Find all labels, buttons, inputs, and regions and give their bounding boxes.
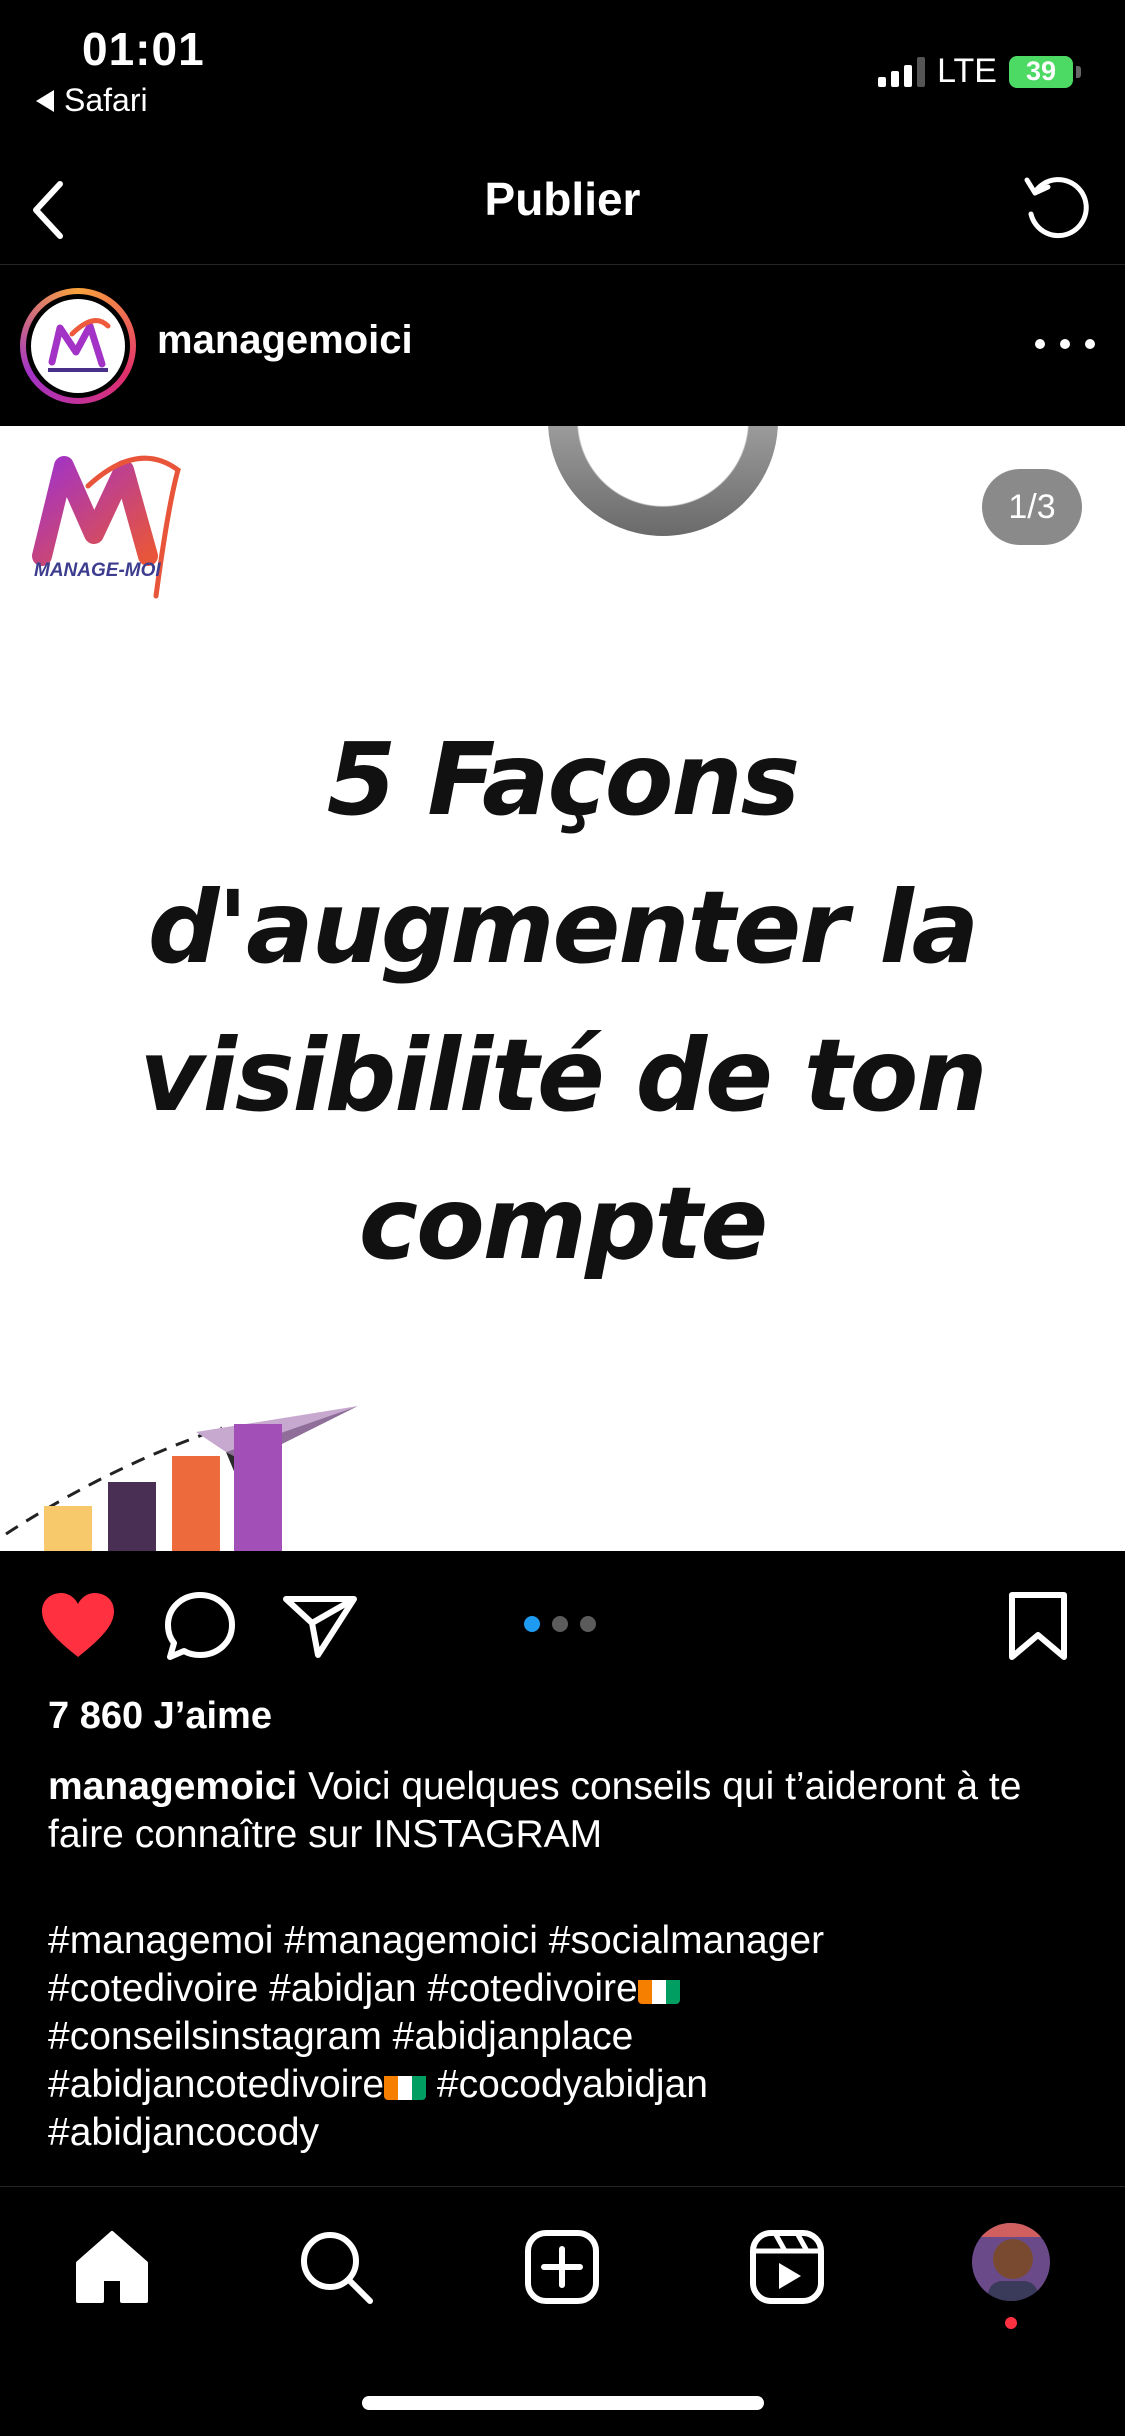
- post-caption: managemoici Voici quelques conseils qui …: [48, 1763, 1088, 1859]
- hashtag-line[interactable]: #abidjancotedivoire #cocodyabidjan: [48, 2061, 1088, 2109]
- post-actions: [0, 1551, 1125, 1691]
- carousel-dot: [580, 1616, 596, 1632]
- ivory-coast-flag-icon: [637, 1974, 680, 2004]
- headline-line: visibilité de ton: [139, 1017, 987, 1134]
- home-icon[interactable]: [70, 2225, 154, 2309]
- bar-2: [108, 1482, 156, 1551]
- carousel-dot: [524, 1616, 540, 1632]
- bar-1: [44, 1506, 92, 1551]
- profile-photo-icon: [972, 2223, 1050, 2301]
- ivory-coast-flag-icon: [384, 2070, 427, 2100]
- headline-line: d'augmenter la: [147, 869, 979, 986]
- reels-icon[interactable]: [745, 2225, 829, 2309]
- bookmark-icon[interactable]: [1000, 1591, 1076, 1661]
- hashtags: #managemoi #managemoici #socialmanager #…: [48, 1917, 1088, 2157]
- network-label: LTE: [937, 52, 997, 90]
- carousel-dot: [552, 1616, 568, 1632]
- headline-line: compte: [358, 1165, 768, 1282]
- more-options-icon[interactable]: [1035, 314, 1095, 374]
- signal-icon: [878, 56, 926, 87]
- account-avatar[interactable]: [20, 288, 136, 404]
- brand-avatar-logo-icon: [48, 318, 111, 372]
- notification-dot: [1005, 2317, 1017, 2329]
- hashtag-line[interactable]: #cotedivoire #abidjan #cotedivoire: [48, 1965, 1088, 2013]
- post-image[interactable]: MANAGE-MOI 1/3 5 Façons d'augmenter la v…: [0, 426, 1125, 1551]
- decorative-ring: [548, 426, 778, 536]
- send-icon[interactable]: [282, 1591, 358, 1661]
- status-time: 01:01: [82, 23, 205, 75]
- back-to-app-link[interactable]: Safari: [36, 82, 148, 119]
- post-headline: 5 Façons d'augmenter la visibilité de to…: [40, 706, 1085, 1298]
- brand-logo-text: MANAGE-MOI: [34, 560, 161, 581]
- likes-count[interactable]: 7 860 J’aime: [48, 1695, 272, 1738]
- profile-avatar[interactable]: [970, 2221, 1052, 2303]
- hashtag-line[interactable]: #abidjancocody: [48, 2109, 1088, 2157]
- status-indicators: LTE 39: [878, 52, 1081, 91]
- heart-icon[interactable]: [40, 1591, 116, 1661]
- page-counter-badge: 1/3: [982, 469, 1082, 545]
- back-triangle-icon: [36, 89, 54, 112]
- post-header: managemoici: [0, 266, 1125, 426]
- hashtag-line[interactable]: #managemoi #managemoici #socialmanager: [48, 1917, 1088, 1965]
- comment-icon[interactable]: [162, 1591, 238, 1661]
- page-title: Publier: [484, 173, 641, 225]
- bar-4: [234, 1424, 282, 1551]
- growth-illustration: [5, 1406, 358, 1551]
- nav-bar: Publier: [0, 150, 1125, 265]
- home-indicator[interactable]: [362, 2396, 764, 2410]
- caption-username[interactable]: managemoici: [48, 1765, 297, 1808]
- carousel-indicator: [524, 1616, 596, 1632]
- search-icon[interactable]: [294, 2225, 378, 2309]
- refresh-icon[interactable]: [1013, 162, 1097, 246]
- post-username[interactable]: managemoici: [157, 318, 413, 363]
- hashtag-line[interactable]: #conseilsinstagram #abidjanplace: [48, 2013, 1088, 2061]
- headline-line: 5 Façons: [326, 721, 800, 838]
- back-app-label: Safari: [64, 82, 148, 118]
- battery-level: 39: [1009, 55, 1073, 88]
- manage-moi-logo-icon: MANAGE-MOI: [32, 455, 181, 599]
- bar-3: [172, 1456, 220, 1551]
- battery-icon: 39: [1009, 55, 1081, 88]
- create-post-icon[interactable]: [520, 2225, 604, 2309]
